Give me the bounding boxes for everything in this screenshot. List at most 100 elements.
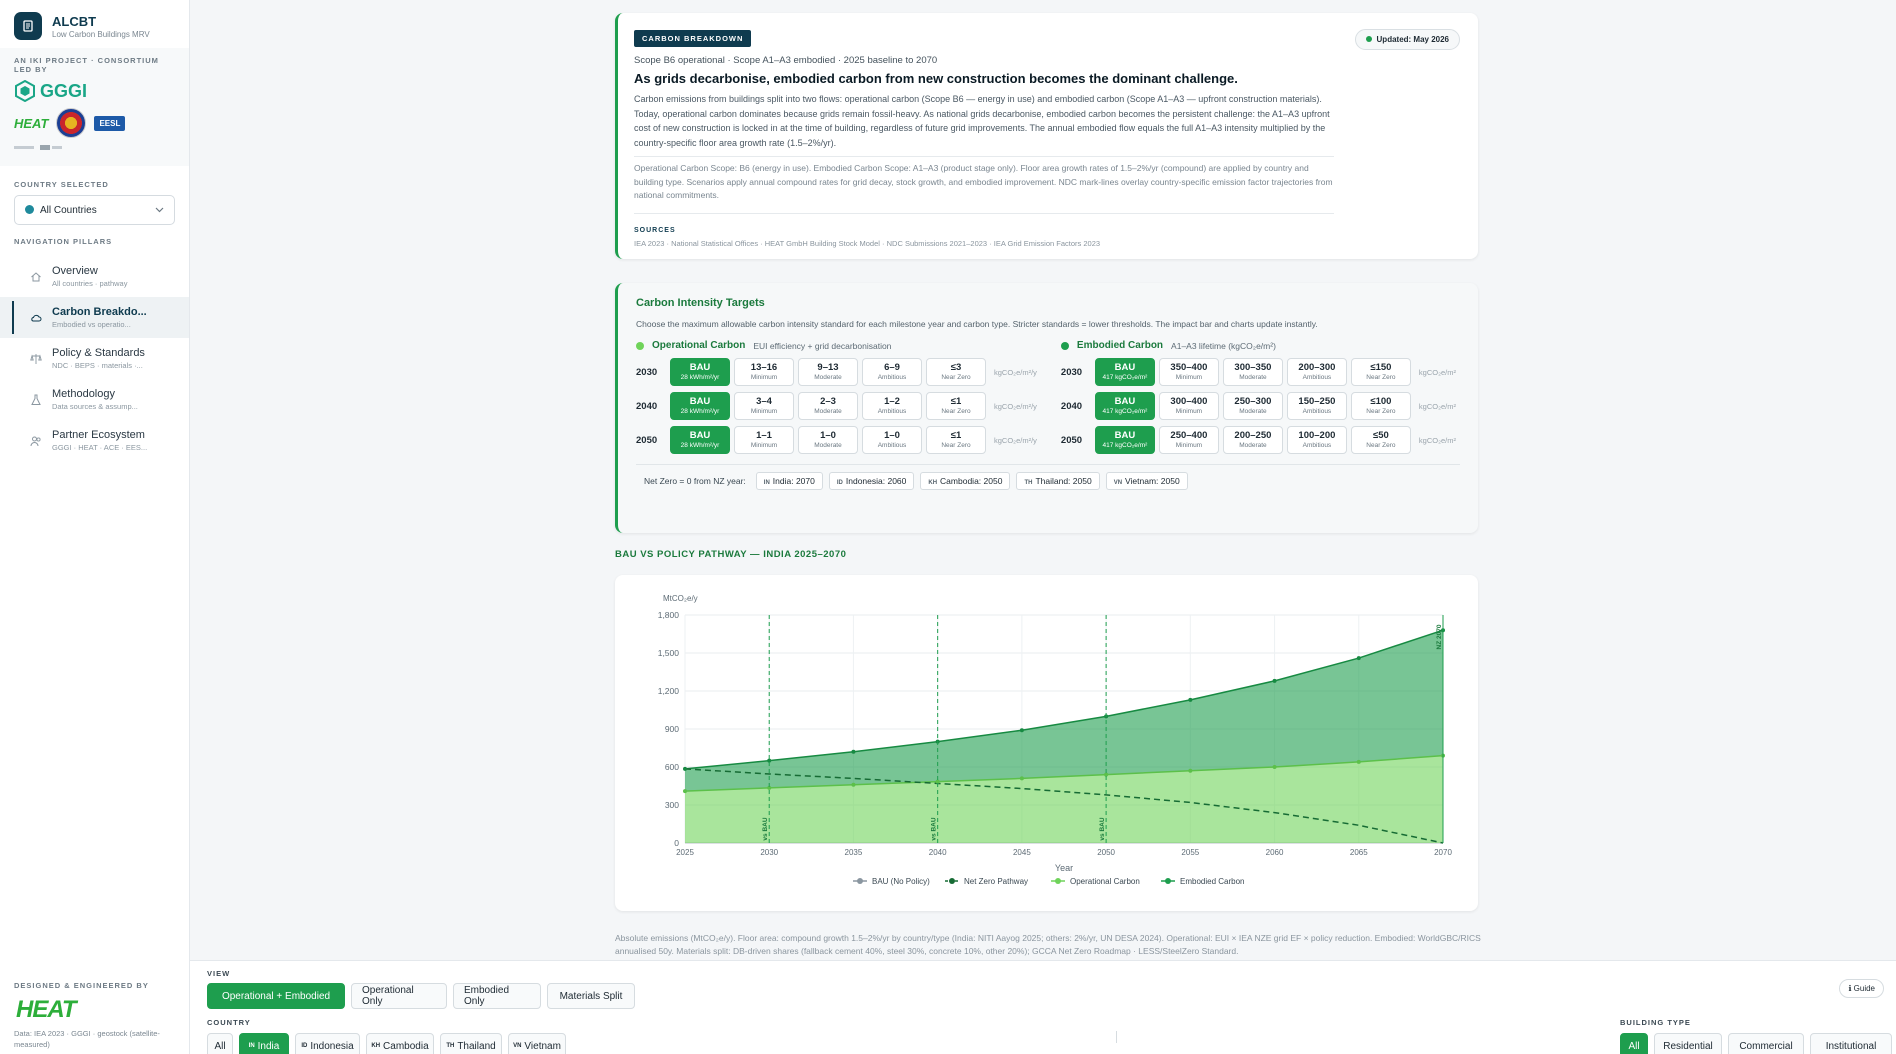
target-option-button[interactable]: BAU 417 kgCO₂e/m² xyxy=(1094,392,1155,420)
target-option-button[interactable]: 3–4 Minimum xyxy=(734,392,794,420)
option-level: Near Zero xyxy=(941,442,971,449)
nav-partner-ecosystem[interactable]: Partner Ecosystem GGGI · HEAT · ACE · EES… xyxy=(0,420,189,461)
building-type-button[interactable]: Residential xyxy=(1654,1033,1722,1054)
option-value: ≤50 xyxy=(1373,430,1389,441)
option-level: Minimum xyxy=(750,374,778,381)
target-option-button[interactable]: 1–2 Ambitious xyxy=(862,392,922,420)
view-option-button[interactable]: Embodied Only xyxy=(453,983,541,1009)
country-select[interactable]: All Countries xyxy=(14,195,175,225)
sources-caption: SOURCES xyxy=(634,226,676,234)
country-filter-button[interactable]: ID Indonesia xyxy=(295,1033,360,1054)
option-level: Minimum xyxy=(750,408,778,415)
target-option-button[interactable]: 150–250 Ambitious xyxy=(1286,392,1347,420)
operational-point xyxy=(935,779,940,784)
target-option-button[interactable]: ≤1 Near Zero xyxy=(926,392,986,420)
chart-footnote: Absolute emissions (MtCO₂e/y). Floor are… xyxy=(615,933,1481,956)
building-type-button[interactable]: Commercial xyxy=(1728,1033,1804,1054)
target-option-button[interactable]: BAU 28 kWh/m²/yr xyxy=(670,426,730,454)
net-zero-chip: ID Indonesia: 2060 xyxy=(828,472,915,490)
target-option-button[interactable]: ≤50 Near Zero xyxy=(1350,426,1411,454)
hero-body: Carbon emissions from buildings split in… xyxy=(634,94,1330,148)
operational-point xyxy=(1188,768,1193,773)
net-zero-years: Net Zero = 0 from NZ year: IN India: 2070… xyxy=(636,464,1460,490)
target-option-button[interactable]: 250–300 Moderate xyxy=(1222,392,1283,420)
target-option-button[interactable]: 200–250 Moderate xyxy=(1222,426,1283,454)
target-option-button[interactable]: ≤150 Near Zero xyxy=(1350,358,1411,386)
status-dot-icon xyxy=(1365,36,1372,42)
building-type-button[interactable]: All xyxy=(1620,1033,1648,1054)
target-option-button[interactable]: BAU 417 kgCO₂e/m² xyxy=(1094,426,1155,454)
nav-label: Carbon Breakdo... xyxy=(52,306,147,318)
option-value: BAU xyxy=(689,362,711,373)
target-option-button[interactable]: 300–350 Moderate xyxy=(1222,358,1283,386)
target-option-button[interactable]: 2–3 Moderate xyxy=(798,392,858,420)
target-option-button[interactable]: 9–13 Moderate xyxy=(798,358,858,386)
target-option-button[interactable]: 1–0 Moderate xyxy=(798,426,858,454)
option-value: ≤100 xyxy=(1370,396,1392,407)
country-filter-button[interactable]: VN Vietnam xyxy=(508,1033,566,1054)
target-option-button[interactable]: ≤1 Near Zero xyxy=(926,426,986,454)
nav-carbon-breakdown[interactable]: Carbon Breakdo... Embodied vs operatio... xyxy=(0,297,189,338)
target-row: 2030 BAU 28 kWh/m²/yr 13–16 Minimum 9–13 Moder… xyxy=(636,358,1037,386)
building-type-button[interactable]: Institutional xyxy=(1810,1033,1892,1054)
nav-policy-standards[interactable]: Policy & Standards NDC · BEPS · materials… xyxy=(0,338,189,379)
x-tick-label: 2065 xyxy=(1350,848,1368,857)
embodied-point xyxy=(1272,678,1277,683)
target-option-button[interactable]: 13–16 Minimum xyxy=(734,358,794,386)
target-option-button[interactable]: 1–0 Ambitious xyxy=(862,426,922,454)
net-zero-year: India: 2070 xyxy=(772,476,815,486)
target-option-button[interactable]: BAU 417 kgCO₂e/m² xyxy=(1094,358,1155,386)
view-option-button[interactable]: Operational Only xyxy=(351,983,447,1009)
target-option-button[interactable]: 350–400 Minimum xyxy=(1158,358,1219,386)
target-option-button[interactable]: 200–300 Ambitious xyxy=(1286,358,1347,386)
target-option-button[interactable]: BAU 28 kWh/m²/yr xyxy=(670,358,730,386)
button-label: All xyxy=(214,1040,226,1052)
target-unit: kgCO₂e/m²/y xyxy=(994,367,1037,377)
view-option-button[interactable]: Operational + Embodied xyxy=(207,983,345,1009)
option-level: Near Zero xyxy=(1366,442,1396,449)
flask-icon xyxy=(30,394,42,406)
app-subtitle: Low Carbon Buildings MRV xyxy=(52,29,150,39)
nav-methodology[interactable]: Methodology Data sources & assump... xyxy=(0,379,189,420)
brand[interactable]: ALCBT Low Carbon Buildings MRV xyxy=(0,0,189,48)
target-option-button[interactable]: 1–1 Minimum xyxy=(734,426,794,454)
guide-button[interactable]: ℹ Guide xyxy=(1839,979,1884,998)
target-option-button[interactable]: 6–9 Ambitious xyxy=(862,358,922,386)
legend-label: BAU (No Policy) xyxy=(872,877,930,886)
divider xyxy=(1116,1031,1117,1043)
option-value: ≤1 xyxy=(950,430,962,441)
target-option-button[interactable]: 300–400 Minimum xyxy=(1158,392,1219,420)
country-code: TH xyxy=(1024,480,1033,486)
target-option-button[interactable]: 250–400 Minimum xyxy=(1158,426,1219,454)
option-level: Ambitious xyxy=(1302,442,1332,449)
option-level: Ambitious xyxy=(877,442,907,449)
option-value: 350–400 xyxy=(1170,362,1208,373)
option-level: Ambitious xyxy=(1302,374,1332,381)
target-option-button[interactable]: BAU 28 kWh/m²/yr xyxy=(670,392,730,420)
country-filter-button[interactable]: IN India xyxy=(239,1033,289,1054)
option-level: 417 kgCO₂e/m² xyxy=(1102,374,1148,381)
target-row: 2040 BAU 28 kWh/m²/yr 3–4 Minimum 2–3 Moderate… xyxy=(636,392,1037,420)
country-filter-caption: COUNTRY xyxy=(207,1018,251,1027)
target-option-button[interactable]: ≤3 Near Zero xyxy=(926,358,986,386)
home-icon xyxy=(30,271,42,283)
country-code: TH xyxy=(446,1043,455,1049)
country-filter-button[interactable]: All xyxy=(207,1033,233,1054)
target-option-button[interactable]: 100–200 Ambitious xyxy=(1286,426,1347,454)
country-filter-button[interactable]: KH Cambodia xyxy=(366,1033,434,1054)
operational-point xyxy=(683,789,687,794)
country-filter-button[interactable]: TH Thailand xyxy=(440,1033,502,1054)
y-tick-label: 1,800 xyxy=(658,610,680,620)
embodied-targets: Embodied Carbon A1–A3 lifetime (kgCO₂e/m… xyxy=(1060,340,1460,460)
nav-overview[interactable]: Overview All countries · pathway xyxy=(0,256,189,297)
scale-icon xyxy=(30,353,42,365)
x-tick-label: 2070 xyxy=(1434,848,1452,857)
option-value: 150–250 xyxy=(1298,396,1336,407)
view-option-button[interactable]: Materials Split xyxy=(547,983,635,1009)
eesl-logo: EESL xyxy=(94,115,126,131)
legend-label: Operational Carbon xyxy=(1070,877,1140,886)
building-type-caption: BUILDING TYPE xyxy=(1620,1018,1691,1027)
globe-icon xyxy=(25,204,34,214)
target-option-button[interactable]: ≤100 Near Zero xyxy=(1350,392,1411,420)
embodied-point xyxy=(1188,697,1193,702)
